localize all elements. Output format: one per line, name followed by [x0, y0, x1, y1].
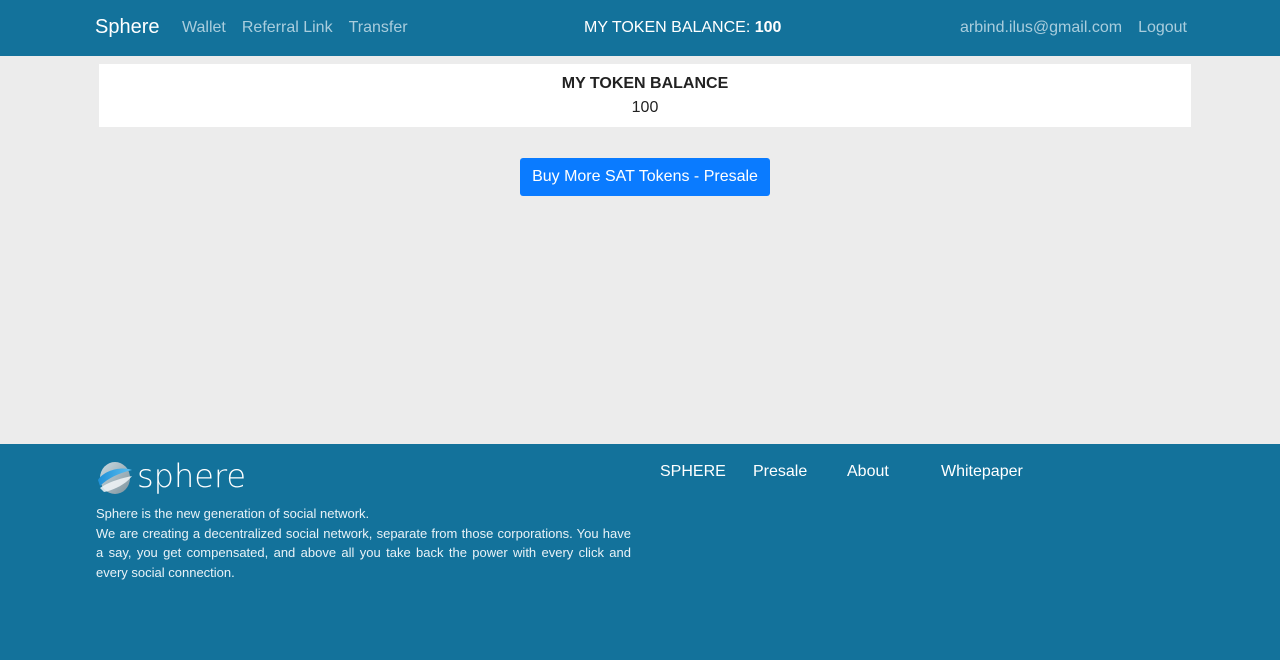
footer-line-1: Sphere is the new generation of social n… [96, 506, 370, 521]
nav-transfer[interactable]: Transfer [349, 19, 408, 37]
footer: sphere Sphere is the new generation of s… [0, 444, 1280, 660]
footer-link-presale[interactable]: Presale [753, 463, 847, 481]
sphere-logo-icon [98, 462, 132, 494]
footer-description: Sphere is the new generation of social n… [96, 504, 631, 582]
footer-logo: sphere [96, 457, 247, 496]
balance-card-value: 100 [631, 99, 659, 116]
top-navbar: Sphere Wallet Referral Link Transfer MY … [0, 0, 1280, 56]
navbar-balance-label: MY TOKEN BALANCE: [584, 19, 751, 36]
balance-card-title: MY TOKEN BALANCE [561, 75, 729, 92]
nav-wallet[interactable]: Wallet [182, 19, 226, 37]
nav-links: Wallet Referral Link Transfer [182, 19, 408, 37]
footer-link-sphere[interactable]: SPHERE [660, 463, 753, 481]
footer-line-2: We are creating a decentralized social n… [96, 525, 631, 580]
user-email-link[interactable]: arbind.ilus@gmail.com [960, 19, 1122, 37]
nav-right: arbind.ilus@gmail.com Logout [960, 19, 1187, 37]
logout-link[interactable]: Logout [1138, 19, 1187, 37]
footer-link-whitepaper[interactable]: Whitepaper [941, 463, 1023, 481]
navbar-balance-value: 100 [754, 19, 782, 36]
footer-link-about[interactable]: About [847, 463, 941, 481]
footer-logo-text: sphere [137, 457, 247, 495]
token-balance-card: MY TOKEN BALANCE 100 [99, 64, 1191, 127]
footer-nav: SPHERE Presale About Whitepaper [660, 463, 1023, 481]
buy-tokens-button[interactable]: Buy More SAT Tokens - Presale [520, 158, 770, 196]
nav-referral-link[interactable]: Referral Link [242, 19, 333, 37]
brand-link[interactable]: Sphere [95, 16, 160, 39]
navbar-balance: MY TOKEN BALANCE: 100 [584, 19, 781, 37]
